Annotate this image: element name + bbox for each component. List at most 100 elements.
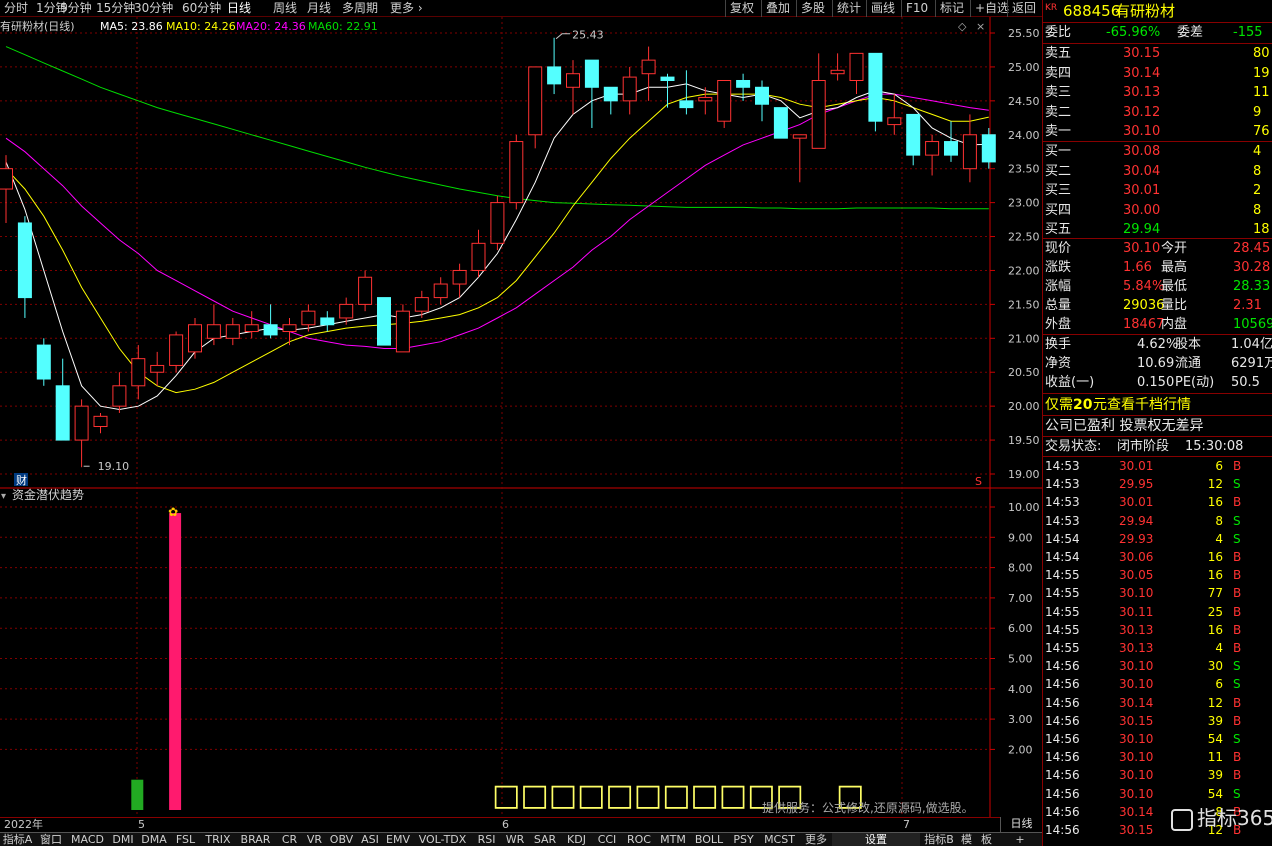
candle[interactable] <box>641 46 656 101</box>
indicator-tab[interactable]: RSI <box>472 833 501 846</box>
candle[interactable] <box>131 345 146 400</box>
candle[interactable] <box>547 37 562 95</box>
candle[interactable] <box>944 121 958 162</box>
candle[interactable] <box>169 331 184 373</box>
candle[interactable] <box>717 79 732 128</box>
candle[interactable] <box>395 304 410 353</box>
candle[interactable] <box>792 134 807 183</box>
period-tab[interactable]: 5分钟 <box>60 0 92 17</box>
chart-close-icon[interactable]: × <box>976 20 985 33</box>
indicator-tab[interactable]: MCST <box>759 833 800 846</box>
indicator-tab[interactable]: MACD <box>67 833 108 846</box>
period-tab[interactable]: 分时 <box>4 0 28 17</box>
kline-chart[interactable]: 25.50 25.00 24.50 24.00 23.50 23.00 22.50 22.00… <box>0 17 1042 817</box>
candle[interactable] <box>0 155 13 223</box>
chart-options-icon[interactable]: ◇ <box>958 20 967 33</box>
s-badge[interactable]: S <box>975 475 982 488</box>
indicator-tab[interactable]: CR <box>276 833 303 846</box>
indicator-tab[interactable]: OBV <box>326 833 357 846</box>
candle[interactable] <box>225 317 240 346</box>
candle[interactable] <box>773 107 788 139</box>
toolbar-button[interactable]: 多股 <box>796 0 829 17</box>
indicator-tab[interactable]: PSY <box>728 833 759 846</box>
indicator-tab[interactable]: 指标A <box>0 833 35 846</box>
candle[interactable] <box>263 304 278 339</box>
candle[interactable] <box>830 53 845 81</box>
indicator-tab[interactable]: 模 <box>958 833 975 846</box>
candle[interactable] <box>509 134 524 210</box>
indicator-tab[interactable]: SAR <box>529 833 561 846</box>
period-mode-button[interactable]: 日线 <box>1000 817 1042 832</box>
indicator-tab[interactable]: 指标B <box>920 833 958 846</box>
candle[interactable] <box>55 358 70 441</box>
indicator-tab[interactable]: MTM <box>656 833 690 846</box>
indicator-tab[interactable]: DMI <box>108 833 138 846</box>
candle[interactable] <box>584 59 599 128</box>
period-tab[interactable]: 月线 <box>307 0 331 17</box>
candle[interactable] <box>282 317 297 346</box>
toolbar-button[interactable]: 复权 <box>725 0 758 17</box>
candle[interactable] <box>962 114 977 183</box>
indicator-tab[interactable]: 设置 <box>832 833 920 846</box>
candle[interactable] <box>188 317 202 359</box>
candle[interactable] <box>622 66 637 115</box>
period-tab[interactable]: 15分钟 <box>96 0 135 17</box>
indicator-tab[interactable]: ROC <box>622 833 656 846</box>
indicator-tab[interactable]: DMA <box>138 833 170 846</box>
indicator-tab[interactable]: TRIX <box>201 833 235 846</box>
toolbar-button[interactable]: 返回 <box>1007 0 1040 17</box>
indicator-tab[interactable]: ASI <box>357 833 383 846</box>
period-tab[interactable]: 60分钟 <box>182 0 221 17</box>
candle[interactable] <box>528 66 543 149</box>
period-tab[interactable]: 日线 <box>227 0 251 17</box>
period-tab[interactable]: 多周期 <box>342 0 378 17</box>
toolbar-button[interactable]: 标记 <box>935 0 968 17</box>
toolbar-button[interactable]: F10 <box>901 0 932 17</box>
indicator-tab[interactable]: EMV <box>383 833 413 846</box>
indicator-tab[interactable]: BRAR <box>235 833 276 846</box>
candle[interactable] <box>206 304 221 346</box>
candle[interactable] <box>811 53 826 149</box>
candle[interactable] <box>868 52 883 132</box>
candle[interactable] <box>93 412 108 434</box>
period-tab[interactable]: 30分钟 <box>134 0 173 17</box>
candle[interactable] <box>112 372 127 413</box>
candle[interactable] <box>981 127 996 169</box>
candle[interactable] <box>74 399 89 468</box>
period-tab[interactable]: 周线 <box>273 0 297 17</box>
indicator-tab[interactable]: 窗口 <box>35 833 67 846</box>
indicator-tab[interactable]: BOLL <box>690 833 728 846</box>
toolbar-button[interactable]: 画线 <box>866 0 899 17</box>
indicator-tab[interactable]: KDJ <box>561 833 592 846</box>
indicator-tab[interactable]: CCI <box>592 833 622 846</box>
indicator-collapse-icon[interactable]: ▾ <box>1 491 6 502</box>
candle[interactable] <box>150 351 165 386</box>
finance-badge[interactable]: 财 <box>16 473 27 487</box>
toolbar-button[interactable]: 统计 <box>832 0 865 17</box>
candle[interactable] <box>603 86 618 115</box>
candle[interactable] <box>906 113 921 166</box>
candle[interactable] <box>925 134 940 176</box>
toolbar-button[interactable]: 叠加 <box>761 0 794 17</box>
period-tab[interactable]: 更多 › <box>390 0 423 17</box>
candle[interactable] <box>755 80 769 122</box>
candle[interactable] <box>36 338 51 386</box>
indicator-tab[interactable]: VR <box>303 833 326 846</box>
candle[interactable] <box>17 216 32 318</box>
candle[interactable] <box>433 277 448 305</box>
indicator-tab[interactable]: 板 <box>975 833 998 846</box>
indicator-tab[interactable]: VOL-TDX <box>413 833 472 846</box>
candle[interactable] <box>566 60 580 115</box>
indicator-tab[interactable]: FSL <box>170 833 201 846</box>
candle[interactable] <box>377 297 391 346</box>
indicator-tab[interactable]: 更多 <box>800 833 832 846</box>
candle[interactable] <box>244 311 259 339</box>
candle[interactable] <box>414 290 429 318</box>
candle[interactable] <box>471 229 486 278</box>
candle[interactable] <box>849 52 864 95</box>
candle[interactable] <box>320 311 335 332</box>
indicator-tab[interactable]: WR <box>501 833 529 846</box>
candle[interactable] <box>358 270 373 312</box>
candle[interactable] <box>490 195 505 251</box>
candle[interactable] <box>679 70 694 115</box>
